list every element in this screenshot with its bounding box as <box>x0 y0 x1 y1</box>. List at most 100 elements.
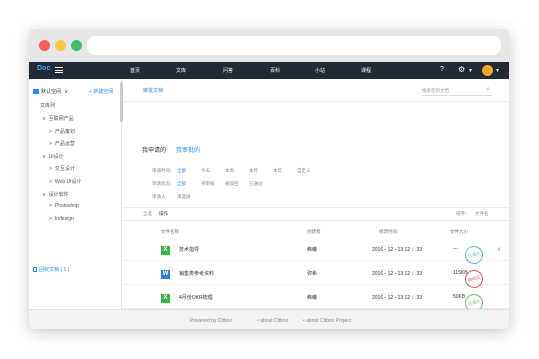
logo[interactable]: Doc <box>37 65 50 72</box>
sidebar-folder[interactable]: > 产品运营 <box>49 140 75 147</box>
nav-qa[interactable]: 问答 <box>223 67 233 74</box>
chevron-down-icon[interactable]: ▾ <box>469 67 472 74</box>
nav-library[interactable]: 文库 <box>176 67 186 74</box>
nav-site[interactable]: 小站 <box>315 67 325 74</box>
filter-option[interactable]: 全部 <box>177 181 186 187</box>
tab-my-approvals[interactable]: 我审批的 <box>176 145 200 154</box>
excel-file-icon: X <box>161 294 170 303</box>
footer: Powered by Citbox • about Citbox • about… <box>29 309 509 329</box>
word-file-icon: W <box>161 270 170 279</box>
chevron-down-icon[interactable]: ∨ <box>497 246 501 253</box>
sort-select[interactable]: 文件名 <box>475 211 489 217</box>
nav-home[interactable]: 首页 <box>130 67 140 74</box>
sidebar-folder-label: 互联网产品 <box>48 116 74 122</box>
sidebar-folder[interactable]: > 交互设计 <box>49 165 75 172</box>
table-row[interactable]: X 4月份OKR梳理 弗曦 2016 - 12 - 13 12 ：33 50KB 已通过 <box>123 285 509 315</box>
filter-option[interactable]: 请选择 <box>177 194 191 200</box>
filter-option[interactable]: 本年 <box>273 168 282 174</box>
file-size: 50KB <box>453 294 466 300</box>
file-time: 2016 - 12 - 13 12 ：33 <box>372 295 423 301</box>
filter-option[interactable]: 本月 <box>249 168 258 174</box>
search-input[interactable]: 搜索您的文档 ⌕ <box>422 85 492 96</box>
footer-about-citbox[interactable]: • about Citbox <box>257 318 288 324</box>
gear-icon[interactable]: ⚙ <box>458 65 465 74</box>
sidebar-folder-label: 交互设计 <box>54 166 75 173</box>
sidebar-folder[interactable]: > Photoshop <box>49 203 79 209</box>
menu-icon[interactable] <box>55 67 63 73</box>
footer-powered: Powered by Citbox <box>190 318 232 324</box>
sidebar-folder-label: 产品运营 <box>54 141 75 148</box>
maximize-dot[interactable] <box>71 40 82 51</box>
chevron-right-icon: > <box>49 215 52 222</box>
top-navbar: Doc 首页 文库 问答 百科 小站 课程 ? ⚙ ▾ ▾ <box>29 62 509 79</box>
sidebar-folder[interactable]: > 产品策划 <box>49 128 75 135</box>
avatar[interactable] <box>482 65 493 76</box>
tab-my-requests[interactable]: 我申请的 <box>142 145 166 154</box>
filter-option[interactable]: 被驳回 <box>225 181 239 187</box>
nav-wiki[interactable]: 百科 <box>270 67 280 74</box>
table-row[interactable]: W 销售类参考资料 弥希 2016 - 12 - 13 12 ：33 115KB 被驳回 <box>123 261 509 291</box>
chevron-down-icon: ∨ <box>42 191 46 198</box>
close-dot[interactable] <box>39 40 50 51</box>
file-time: 2016 - 12 - 13 12 ：33 <box>372 271 423 277</box>
sidebar-folder[interactable]: ∨ 设计软件 <box>42 191 69 198</box>
search-placeholder: 搜索您的文档 <box>422 88 449 93</box>
chevron-down-icon[interactable]: ▾ <box>496 67 499 74</box>
chevron-right-icon: > <box>49 203 52 210</box>
file-name[interactable]: 销售类参考资料 <box>179 270 214 277</box>
file-time: 2016 - 12 - 13 12 ：33 <box>372 247 423 253</box>
sidebar-folder-label: Indesign <box>54 215 74 222</box>
sidebar-folder[interactable]: > Web UI设计 <box>49 178 82 185</box>
recycle-link[interactable]: 回收文档 ( 1 ) <box>33 266 69 273</box>
search-icon[interactable]: ⌕ <box>486 86 490 94</box>
sidebar-folder-label: UI设计 <box>48 153 64 160</box>
address-bar[interactable] <box>87 36 501 55</box>
breadcrumb[interactable]: 审批文档 <box>143 87 163 94</box>
filter-option[interactable]: 自定义 <box>297 168 311 174</box>
select-all[interactable]: 全选 <box>143 211 152 217</box>
action-menu[interactable]: 操作 <box>159 211 168 217</box>
filter-option[interactable]: 全部 <box>177 168 186 174</box>
filter-option[interactable]: 本周 <box>225 168 234 174</box>
app-window: Doc 首页 文库 问答 百科 小站 课程 ? ⚙ ▾ ▾ 默认空间 ∨ + 新… <box>29 29 509 329</box>
footer-about-project[interactable]: • about Citbox Project <box>303 318 351 324</box>
chevron-right-icon: > <box>49 141 52 148</box>
col-size[interactable]: 文件大小 <box>450 229 468 235</box>
sidebar-folder-label: 产品策划 <box>54 128 75 135</box>
file-creator: 弗曦 <box>307 247 318 253</box>
minimize-dot[interactable] <box>55 40 66 51</box>
help-icon[interactable]: ? <box>440 66 444 73</box>
filter-label: 审请状态： <box>152 181 175 186</box>
file-name[interactable]: 技术指导 <box>179 246 199 253</box>
divider <box>123 207 509 208</box>
col-name[interactable]: 文件名称 <box>161 229 179 235</box>
table-row[interactable]: X 技术指导 弗曦 2016 - 12 - 13 12 ：33 --- 已通过 ∨ <box>123 237 509 267</box>
filter-label: 审请人： <box>152 194 170 199</box>
file-name[interactable]: 4月份OKR梳理 <box>179 294 213 301</box>
space-selector[interactable]: 默认空间 ∨ <box>33 88 68 95</box>
sort-label: 排序： <box>456 211 470 216</box>
filter-label: 审请时间： <box>152 168 175 173</box>
chevron-right-icon: > <box>49 128 52 135</box>
trash-icon <box>33 267 37 272</box>
col-creator[interactable]: 创建者 <box>307 229 321 235</box>
chevron-right-icon: > <box>49 166 52 173</box>
sidebar-folder[interactable]: ∨ 互联网产品 <box>42 115 74 122</box>
sidebar-folder[interactable]: > Indesign <box>49 216 74 222</box>
main-panel: 审批文档 搜索您的文档 ⌕ 我申请的 我审批的 审请时间： 全部 今天 本周 本月 本年自… <box>123 79 509 315</box>
filter-option[interactable]: 已通过 <box>249 181 263 187</box>
sidebar-folder-label: Web UI设计 <box>54 179 82 185</box>
new-space-button[interactable]: + 新建空间 <box>89 88 113 95</box>
sidebar: 默认空间 ∨ + 新建空间 文库列 ∨ 互联网产品 > 产品策划 > 产品运营 ∨ UI设计 >… <box>29 79 122 309</box>
library-label: 文库列 <box>40 103 56 109</box>
nav-course[interactable]: 课程 <box>361 67 371 74</box>
sidebar-folder-label: Photoshop <box>54 203 79 210</box>
divider <box>123 220 509 221</box>
col-time[interactable]: 修改时间 <box>379 229 397 235</box>
file-creator: 弗曦 <box>307 295 318 301</box>
filter-option[interactable]: 今天 <box>201 168 210 174</box>
sidebar-folder[interactable]: ∨ UI设计 <box>42 153 64 160</box>
browser-chrome <box>29 29 509 62</box>
chevron-down-icon: ∨ <box>42 116 46 122</box>
filter-option[interactable]: 待审核 <box>201 181 215 187</box>
